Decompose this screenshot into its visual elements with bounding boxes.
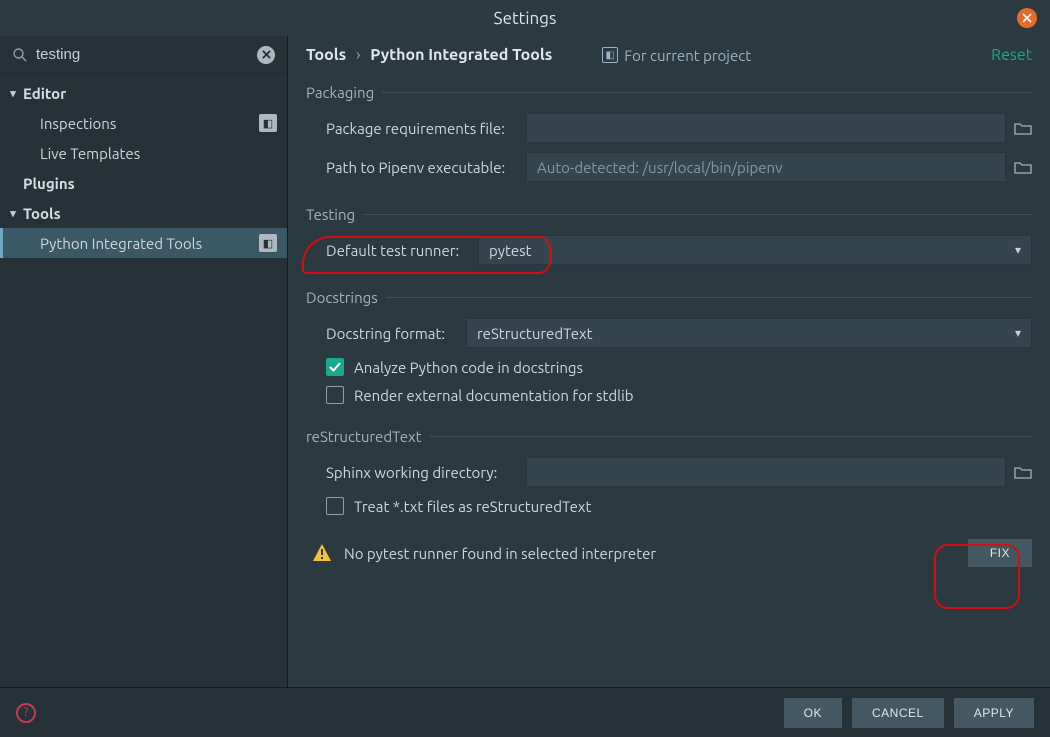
checkbox-treat-txt-rst[interactable] [326,497,344,515]
input-sphinx-dir[interactable] [526,457,1006,487]
tree-label: Editor [23,85,66,102]
browse-folder-icon[interactable] [1014,121,1032,135]
checkbox-label: Render external documentation for stdlib [354,387,634,404]
section-rst: reStructuredText Sphinx working director… [306,428,1032,567]
browse-folder-icon[interactable] [1014,465,1032,479]
project-scope-badge: ◧ For current project [602,47,751,64]
breadcrumb-root: Tools [306,46,346,64]
check-icon [329,361,341,373]
titlebar: Settings [0,0,1050,36]
breadcrumb-separator: › [356,46,361,64]
section-title: Docstrings [306,289,1032,306]
section-title: Packaging [306,84,1032,101]
content: Tools › Python Integrated Tools ◧ For cu… [288,36,1050,687]
reset-link[interactable]: Reset [991,46,1032,64]
tree-label: Tools [23,205,61,222]
project-scope-icon: ◧ [259,234,277,252]
row-sphinx-dir: Sphinx working directory: [326,457,1032,487]
tree-label: Plugins [23,175,75,192]
tree-label: Inspections [40,115,116,132]
chevron-down-icon: ▾ [8,87,18,100]
breadcrumb-page: Python Integrated Tools [370,46,552,64]
ok-button[interactable]: OK [784,698,842,728]
input-pipenv-path[interactable]: Auto-detected: /usr/local/bin/pipenv [526,152,1006,182]
clear-search-button[interactable] [257,46,275,64]
search-input[interactable] [36,46,257,63]
row-analyze-docstrings: Analyze Python code in docstrings [326,358,1032,376]
section-testing: Testing Default test runner: pytest [306,206,1032,265]
content-header: Tools › Python Integrated Tools ◧ For cu… [288,36,1050,74]
footer: ? OK CANCEL APPLY [0,687,1050,737]
warning-row: No pytest runner found in selected inter… [312,539,1032,567]
label-requirements-file: Package requirements file: [326,120,526,137]
tree-item-python-integrated-tools[interactable]: Python Integrated Tools ◧ [0,228,287,258]
checkbox-analyze-docstrings[interactable] [326,358,344,376]
select-value: pytest [489,242,532,259]
apply-button[interactable]: APPLY [954,698,1034,728]
window-title: Settings [494,9,557,28]
cancel-button[interactable]: CANCEL [852,698,944,728]
row-default-test-runner: Default test runner: pytest [326,235,1032,265]
checkbox-render-stdlib[interactable] [326,386,344,404]
placeholder-text: Auto-detected: /usr/local/bin/pipenv [537,159,782,176]
tree-label: Live Templates [40,145,140,162]
close-button[interactable] [1017,8,1037,28]
row-render-stdlib: Render external documentation for stdlib [326,386,1032,404]
tree-item-live-templates[interactable]: Live Templates [0,138,287,168]
tree-group-editor[interactable]: ▾ Editor [0,78,287,108]
section-title: Testing [306,206,1032,223]
row-pipenv-path: Path to Pipenv executable: Auto-detected… [326,152,1032,182]
tree-group-plugins[interactable]: ▸ Plugins [0,168,287,198]
sidebar: ▾ Editor Inspections ◧ Live Templates ▸ … [0,36,288,687]
chevron-down-icon: ▾ [8,207,18,220]
section-title: reStructuredText [306,428,1032,445]
row-treat-txt-rst: Treat *.txt files as reStructuredText [326,497,1032,515]
search-icon [12,47,28,63]
tree-item-inspections[interactable]: Inspections ◧ [0,108,287,138]
warning-icon [312,543,332,563]
select-docstring-format[interactable]: reStructuredText [466,318,1032,348]
tree-label: Python Integrated Tools [40,235,202,252]
project-scope-label: For current project [624,47,751,64]
project-scope-icon: ◧ [259,114,277,132]
close-icon [262,50,271,59]
fix-button[interactable]: FIX [968,539,1032,567]
project-scope-icon: ◧ [602,47,618,63]
browse-folder-icon[interactable] [1014,160,1032,174]
settings-tree: ▾ Editor Inspections ◧ Live Templates ▸ … [0,74,287,258]
label-pipenv-path: Path to Pipenv executable: [326,159,526,176]
checkbox-label: Treat *.txt files as reStructuredText [354,498,591,515]
input-requirements-file[interactable] [526,113,1006,143]
section-docstrings: Docstrings Docstring format: reStructure… [306,289,1032,404]
row-docstring-format: Docstring format: reStructuredText [326,318,1032,348]
label-docstring-format: Docstring format: [326,325,466,342]
help-button[interactable]: ? [16,703,36,723]
section-packaging: Packaging Package requirements file: Pat… [306,84,1032,182]
close-icon [1022,13,1032,23]
label-default-test-runner: Default test runner: [326,242,478,259]
label-sphinx-dir: Sphinx working directory: [326,464,526,481]
content-body: Packaging Package requirements file: Pat… [288,74,1050,687]
select-value: reStructuredText [477,325,593,342]
select-default-test-runner[interactable]: pytest [478,235,1032,265]
search-row [0,36,287,74]
checkbox-label: Analyze Python code in docstrings [354,359,583,376]
tree-group-tools[interactable]: ▾ Tools [0,198,287,228]
row-requirements-file: Package requirements file: [326,113,1032,143]
breadcrumb: Tools › Python Integrated Tools [306,46,552,64]
warning-text: No pytest runner found in selected inter… [344,545,968,562]
